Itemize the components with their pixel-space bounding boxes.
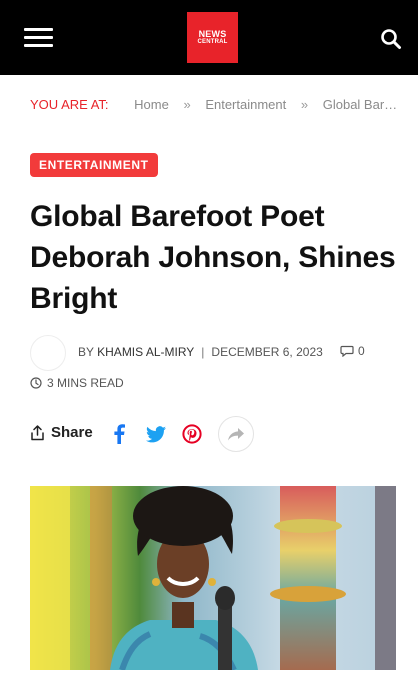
breadcrumb-current: Global Bar… — [322, 97, 398, 112]
breadcrumb-separator: » — [300, 97, 309, 112]
read-time: 3 MINS READ — [30, 376, 124, 390]
article-meta: BY KHAMIS AL-MIRY | DECEMBER 6, 2023 — [78, 345, 323, 359]
author-link[interactable]: KHAMIS AL-MIRY — [97, 345, 194, 359]
publish-date: DECEMBER 6, 2023 — [211, 345, 323, 359]
comment-count: 0 — [358, 344, 365, 358]
breadcrumb-home[interactable]: Home — [134, 97, 169, 112]
pinterest-icon[interactable] — [180, 422, 204, 446]
search-icon[interactable] — [380, 28, 402, 50]
clock-icon — [30, 377, 42, 389]
breadcrumb-entertainment[interactable]: Entertainment — [205, 97, 286, 112]
hero-image — [30, 486, 396, 670]
top-bar: NEWS CENTRAL — [0, 0, 418, 75]
author-avatar[interactable] — [30, 335, 66, 371]
share-button[interactable]: Share — [30, 424, 93, 441]
article-title: Global Barefoot Poet Deborah Johnson, Sh… — [30, 200, 396, 315]
comment-icon — [340, 345, 354, 357]
twitter-icon[interactable] — [144, 422, 168, 446]
breadcrumb-separator: » — [183, 97, 191, 112]
logo-line-2: CENTRAL — [197, 38, 228, 45]
breadcrumb-prefix: YOU ARE AT: — [30, 97, 109, 112]
more-share-icon[interactable] — [218, 416, 254, 452]
hamburger-icon[interactable] — [24, 28, 53, 48]
share-icon — [31, 424, 44, 440]
site-logo[interactable]: NEWS CENTRAL — [187, 12, 238, 63]
breadcrumb: YOU ARE AT: Home » Entertainment » Globa… — [30, 97, 400, 115]
share-label: Share — [51, 424, 93, 441]
facebook-icon[interactable] — [107, 422, 131, 446]
comments-link[interactable]: 0 — [340, 344, 365, 358]
logo-line-1: NEWS — [198, 28, 227, 39]
read-time-label: 3 MINS READ — [47, 376, 124, 390]
by-label: BY — [78, 345, 94, 359]
category-badge[interactable]: ENTERTAINMENT — [30, 153, 158, 177]
